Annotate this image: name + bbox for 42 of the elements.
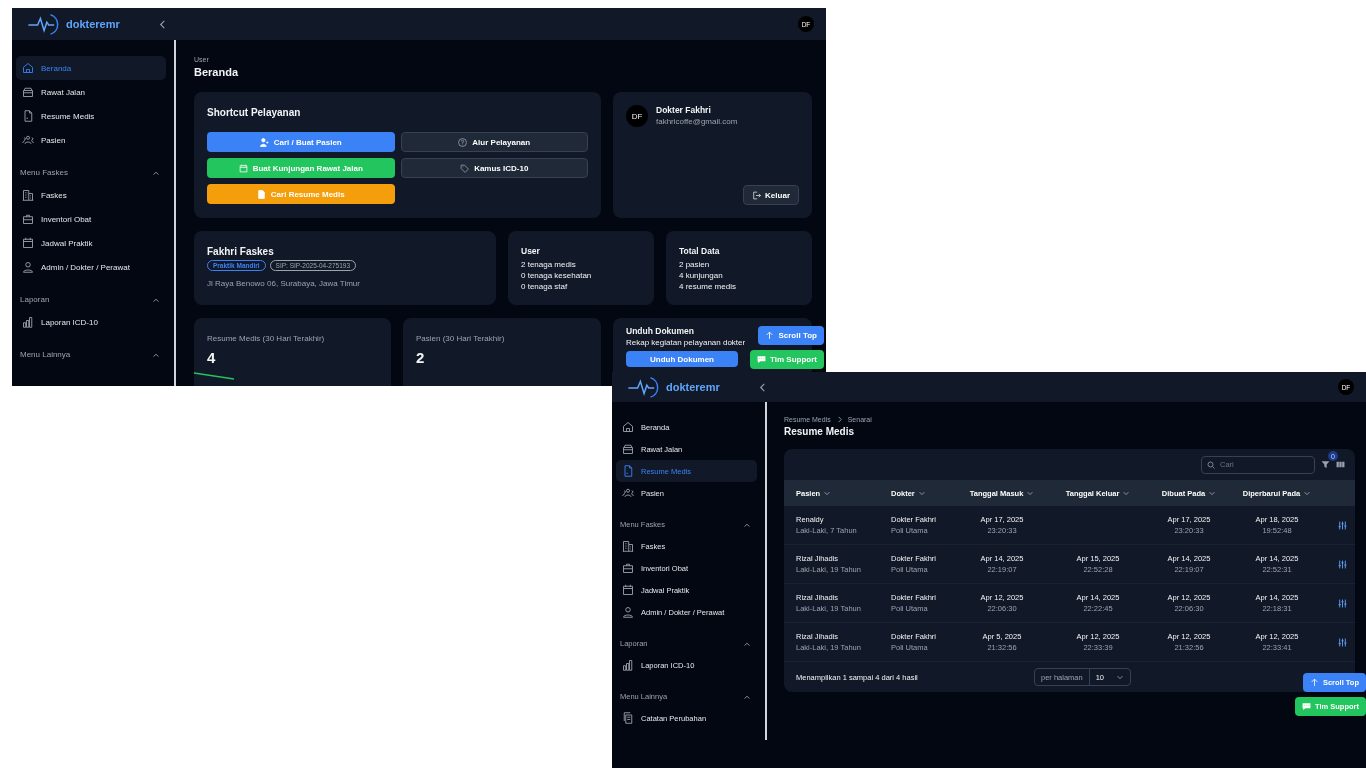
- stat-value: 2: [416, 349, 426, 366]
- sidebar-item[interactable]: Admin / Dokter / Perawat: [16, 255, 166, 279]
- stat-label: Resume Medis (30 Hari Terakhir): [207, 334, 326, 343]
- card-title: User: [521, 246, 541, 256]
- shortcut-button[interactable]: Alur Pelayanan: [400, 132, 588, 152]
- app-logo: dokteremr: [66, 18, 120, 30]
- stat-value: 4: [207, 349, 217, 366]
- scroll-top-button[interactable]: Scroll Top: [758, 326, 824, 345]
- card-title: Total Data: [679, 246, 721, 256]
- page-title: Resume Medis: [784, 426, 856, 437]
- sidebar-item[interactable]: Resume Medis: [16, 104, 166, 128]
- logout-button[interactable]: Keluar: [743, 185, 799, 205]
- summary-line: 0 tenaga staf: [521, 281, 569, 292]
- user-name: Dokter Fakhri: [656, 105, 712, 115]
- facility-name: Fakhri Faskes: [207, 246, 275, 257]
- menu-section-toggle[interactable]: Menu Lainnya: [16, 344, 166, 365]
- sidebar-item[interactable]: Pasien: [16, 128, 166, 152]
- shortcut-button[interactable]: Kamus ICD-10: [400, 158, 588, 178]
- user-email: fakhricoffe@gmail.com: [656, 117, 738, 126]
- sidebar-item[interactable]: Inventori Obat: [16, 207, 166, 231]
- stat-label: Pasien (30 Hari Terakhir): [416, 334, 506, 343]
- summary-line: 0 tenaga kesehatan: [521, 270, 593, 281]
- page-title: Beranda: [194, 66, 240, 78]
- app-logo: dokteremr: [666, 381, 720, 393]
- download-button[interactable]: Unduh Dokumen: [626, 351, 738, 367]
- shortcut-button[interactable]: Cari / Buat Pasien: [207, 132, 395, 152]
- card-description: Rekap kegiatan pelayanan dokter: [626, 337, 746, 348]
- menu-section-toggle[interactable]: Menu Faskes: [16, 162, 166, 183]
- summary-line: 2 pasien: [679, 259, 711, 270]
- sidebar-item[interactable]: Jadwal Praktik: [16, 231, 166, 255]
- sidebar-item[interactable]: Rawat Jalan: [16, 80, 166, 104]
- card-title: Unduh Dokumen: [626, 326, 694, 336]
- sidebar-item[interactable]: Laporan ICD-10: [16, 310, 166, 334]
- sidebar-item[interactable]: Beranda: [16, 56, 166, 80]
- sidebar-item[interactable]: Faskes: [16, 183, 166, 207]
- card-title: Shortcut Pelayanan: [207, 107, 302, 118]
- menu-section-toggle[interactable]: Laporan: [16, 289, 166, 310]
- summary-line: 4 resume medis: [679, 281, 737, 292]
- summary-line: 4 kunjungan: [679, 270, 724, 281]
- user-avatar: DF: [626, 105, 648, 127]
- summary-line: 2 tenaga medis: [521, 259, 577, 270]
- facility-address: Jl Raya Benowo 06, Surabaya, Jawa Timur: [207, 279, 361, 288]
